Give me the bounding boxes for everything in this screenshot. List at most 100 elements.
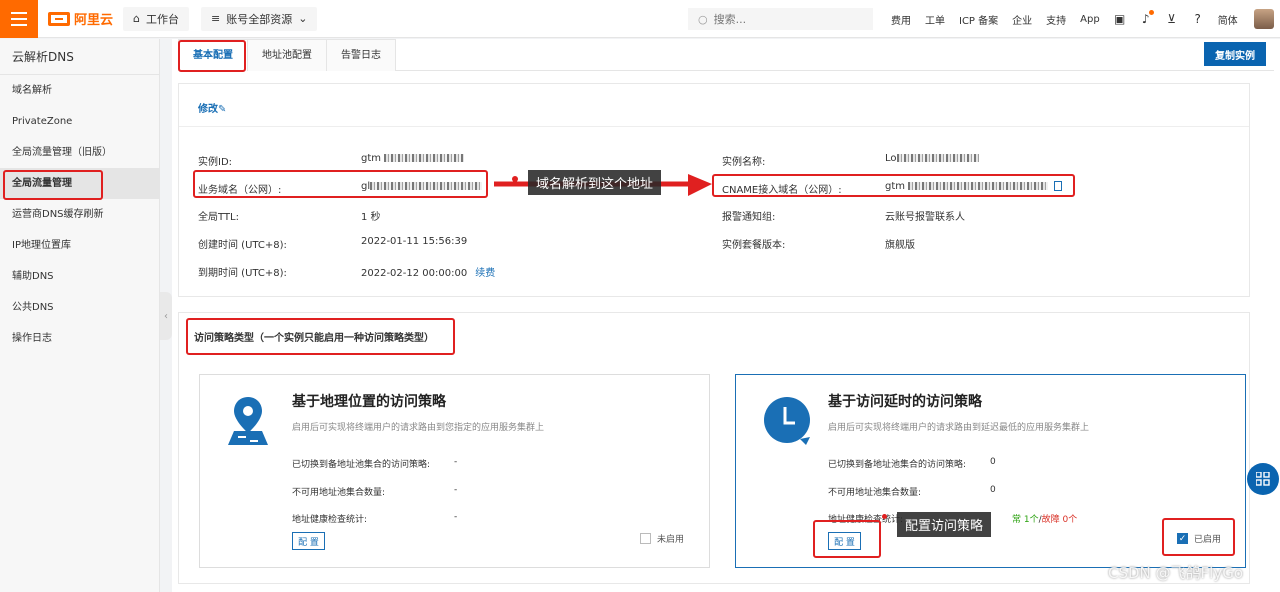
instance-name-label: 实例名称:	[722, 157, 766, 168]
aliyun-logo-icon	[48, 11, 70, 26]
geo-card-desc: 启用后可实现将终端用户的请求路由到您指定的应用服务集群上	[292, 423, 545, 433]
geo-unavailable-value: -	[454, 485, 458, 495]
sidebar-item-oplog[interactable]: 操作日志	[0, 323, 159, 354]
instance-name-text: Lo	[885, 153, 897, 164]
geo-unavailable-row: 不可用地址池集合数量: -	[292, 485, 457, 498]
grid-icon	[1256, 472, 1270, 486]
geo-config-button[interactable]: 配 置	[292, 532, 325, 550]
geo-policy-card[interactable]: 基于地理位置的访问策略 启用后可实现将终端用户的请求路由到您指定的应用服务集群上…	[199, 374, 710, 568]
clock-icon	[763, 396, 810, 445]
workbench-label: 工作台	[146, 12, 179, 26]
watermark: CSDN @飞鸽FlyGo	[1108, 564, 1244, 582]
sidebar-item-public-dns[interactable]: 公共DNS	[0, 292, 159, 323]
blurred-text	[384, 154, 465, 162]
floating-apps-button[interactable]	[1247, 463, 1279, 495]
avatar[interactable]	[1253, 9, 1274, 29]
nav-enterprise[interactable]: 企业	[1012, 12, 1032, 27]
chevron-down-icon: ⌄	[298, 12, 308, 25]
latency-switched-value: 0	[990, 457, 996, 467]
annotation-dot	[882, 514, 887, 519]
annotation-box-heading	[186, 318, 455, 355]
notification-dot	[1148, 10, 1154, 15]
renew-link[interactable]: 续费	[475, 268, 495, 279]
map-pin-icon	[228, 397, 268, 445]
top-nav: 费用 工单 ICP 备案 企业 支持 App ▣ ♪ ⊻ ? 简体	[891, 0, 1274, 38]
latency-unavailable-label: 不可用地址池集合数量:	[828, 488, 922, 498]
copy-instance-button[interactable]: 复制实例	[1204, 42, 1266, 66]
sidebar: 云解析DNS 域名解析 PrivateZone 全局流量管理（旧版） 全局流量管…	[0, 39, 160, 592]
geo-switched-label: 已切换到备地址池集合的访问策略:	[292, 460, 431, 470]
geo-health-value: -	[454, 512, 458, 522]
terminal-icon[interactable]: ▣	[1114, 12, 1126, 26]
nav-app[interactable]: App	[1080, 14, 1100, 25]
chevron-left-icon: ‹	[164, 310, 168, 322]
ttl-value: 1 秒	[361, 212, 381, 223]
tab-bar: 基本配置 地址池配置 告警日志	[178, 39, 1274, 71]
latency-switched-row: 已切换到备地址池集合的访问策略: 0	[828, 457, 996, 470]
tab-alarm-log[interactable]: 告警日志	[326, 39, 396, 71]
sidebar-collapse-handle[interactable]: ‹	[160, 292, 172, 340]
instance-id-text: gtm	[361, 153, 382, 164]
geo-switched-value: -	[454, 457, 458, 467]
brand-name: 阿里云	[74, 13, 114, 28]
geo-enable-label: 未启用	[656, 535, 684, 545]
annotation-box-cname	[712, 174, 1075, 197]
geo-health-label: 地址健康检查统计:	[292, 515, 368, 525]
instance-id-row: 实例ID:	[198, 153, 232, 168]
sidebar-item-domain[interactable]: 域名解析	[0, 75, 159, 106]
expire-value: 2022-02-12 00:00:00 续费	[361, 264, 495, 279]
alarm-label: 报警通知组:	[722, 212, 776, 223]
search-box[interactable]: ○	[688, 8, 873, 30]
sidebar-item-secondary-dns[interactable]: 辅助DNS	[0, 261, 159, 292]
help-icon[interactable]: ?	[1192, 12, 1204, 26]
latency-unavailable-value: 0	[990, 485, 996, 495]
nav-support[interactable]: 支持	[1046, 12, 1066, 27]
sidebar-item-ip-geo[interactable]: IP地理位置库	[0, 230, 159, 261]
annotation-callout-config: 配置访问策略	[897, 512, 992, 537]
latency-card-desc: 启用后可实现将终端用户的请求路由到延迟最低的应用服务集群上	[828, 423, 1090, 433]
sidebar-item-dns-cache[interactable]: 运营商DNS缓存刷新	[0, 199, 159, 230]
annotation-box-config	[813, 520, 881, 558]
instance-name-value: Lo	[885, 153, 979, 164]
created-label: 创建时间 (UTC+8):	[198, 240, 287, 251]
logo[interactable]: 阿里云	[48, 9, 113, 28]
sidebar-item-gtm-old[interactable]: 全局流量管理（旧版）	[0, 137, 159, 168]
latency-unavailable-row: 不可用地址池集合数量: 0	[828, 485, 996, 498]
bell-icon[interactable]: ♪	[1140, 10, 1154, 26]
main-content: 基本配置 地址池配置 告警日志 复制实例 修改✎ 实例ID: gtm 业务域名（…	[172, 39, 1280, 592]
nav-billing[interactable]: 费用	[891, 12, 911, 27]
nav-ticket[interactable]: 工单	[925, 12, 945, 27]
sidebar-item-privatezone[interactable]: PrivateZone	[0, 106, 159, 137]
resources-label: 账号全部资源	[226, 12, 293, 26]
edition-value: 旗舰版	[885, 240, 915, 251]
alarm-value: 云账号报警联系人	[885, 212, 965, 223]
edit-link[interactable]: 修改✎	[198, 100, 226, 115]
geo-card-title: 基于地理位置的访问策略	[292, 394, 446, 410]
instance-id-label: 实例ID:	[198, 157, 233, 168]
divider	[179, 126, 1249, 127]
pencil-icon: ✎	[218, 104, 227, 115]
instance-id-value: gtm	[361, 153, 465, 164]
latency-switched-label: 已切换到备地址池集合的访问策略:	[828, 460, 967, 470]
search-input[interactable]	[713, 12, 864, 26]
expire-label: 到期时间 (UTC+8):	[198, 268, 287, 279]
nav-icp[interactable]: ICP 备案	[959, 12, 998, 27]
menu-icon[interactable]	[0, 0, 38, 38]
geo-enable-checkbox[interactable]: 未启用	[639, 532, 684, 545]
latency-health-value: 常 1个/故障 0个	[1012, 512, 1077, 525]
annotation-box-domain	[193, 170, 488, 198]
resources-dropdown[interactable]: ≡ 账号全部资源 ⌄	[201, 6, 318, 31]
tab-pool-config[interactable]: 地址池配置	[247, 39, 327, 71]
geo-health-row: 地址健康检查统计: -	[292, 512, 457, 525]
home-icon: ⌂	[133, 12, 140, 25]
cart-icon[interactable]: ⊻	[1166, 12, 1178, 26]
language-switch[interactable]: 简体	[1218, 12, 1238, 27]
geo-unavailable-label: 不可用地址池集合数量:	[292, 488, 386, 498]
annotation-box-tab	[178, 40, 246, 72]
sidebar-title: 云解析DNS	[0, 39, 159, 75]
geo-switched-row: 已切换到备地址池集合的访问策略: -	[292, 457, 457, 470]
health-fault: 故障 0个	[1041, 515, 1078, 525]
checkbox-icon	[639, 533, 651, 544]
blurred-text	[896, 154, 979, 162]
workbench-button[interactable]: ⌂ 工作台	[123, 6, 189, 31]
